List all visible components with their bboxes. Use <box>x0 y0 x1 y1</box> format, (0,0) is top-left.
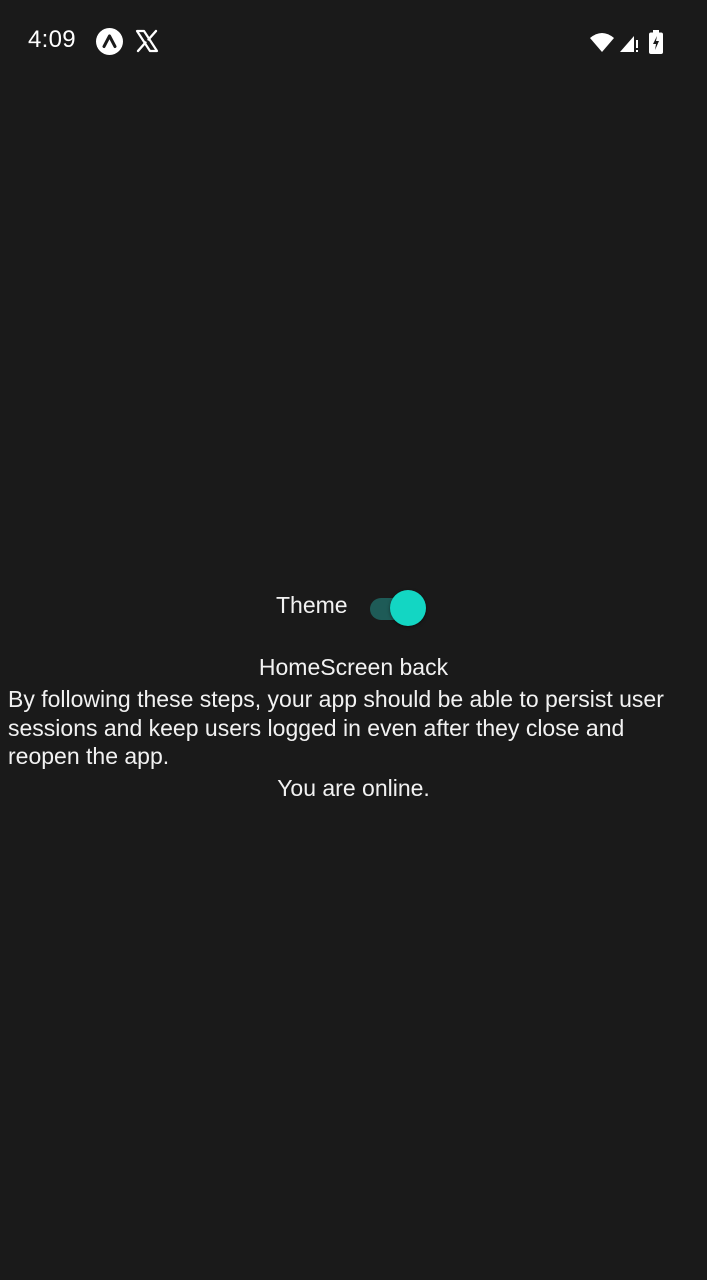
home-screen-title: HomeScreen back <box>258 654 449 680</box>
status-time: 4:09 <box>28 26 76 53</box>
network-status-text: You are online. <box>277 775 430 801</box>
battery-charging-icon <box>649 30 663 54</box>
expo-notification-icon <box>96 28 123 55</box>
wifi-icon <box>589 31 615 53</box>
x-notification-icon <box>134 28 160 54</box>
switch-thumb <box>390 590 426 626</box>
system-status-icons <box>589 29 663 55</box>
status-bar: 4:09 <box>0 0 707 84</box>
theme-label: Theme <box>276 592 348 618</box>
theme-row: Theme <box>0 588 707 628</box>
cellular-signal-icon <box>619 31 639 53</box>
app-screen: 4:09 Theme HomeScreen back By following … <box>0 0 707 1280</box>
info-paragraph: By following these steps, your app shoul… <box>8 686 664 769</box>
theme-switch[interactable] <box>368 588 428 628</box>
